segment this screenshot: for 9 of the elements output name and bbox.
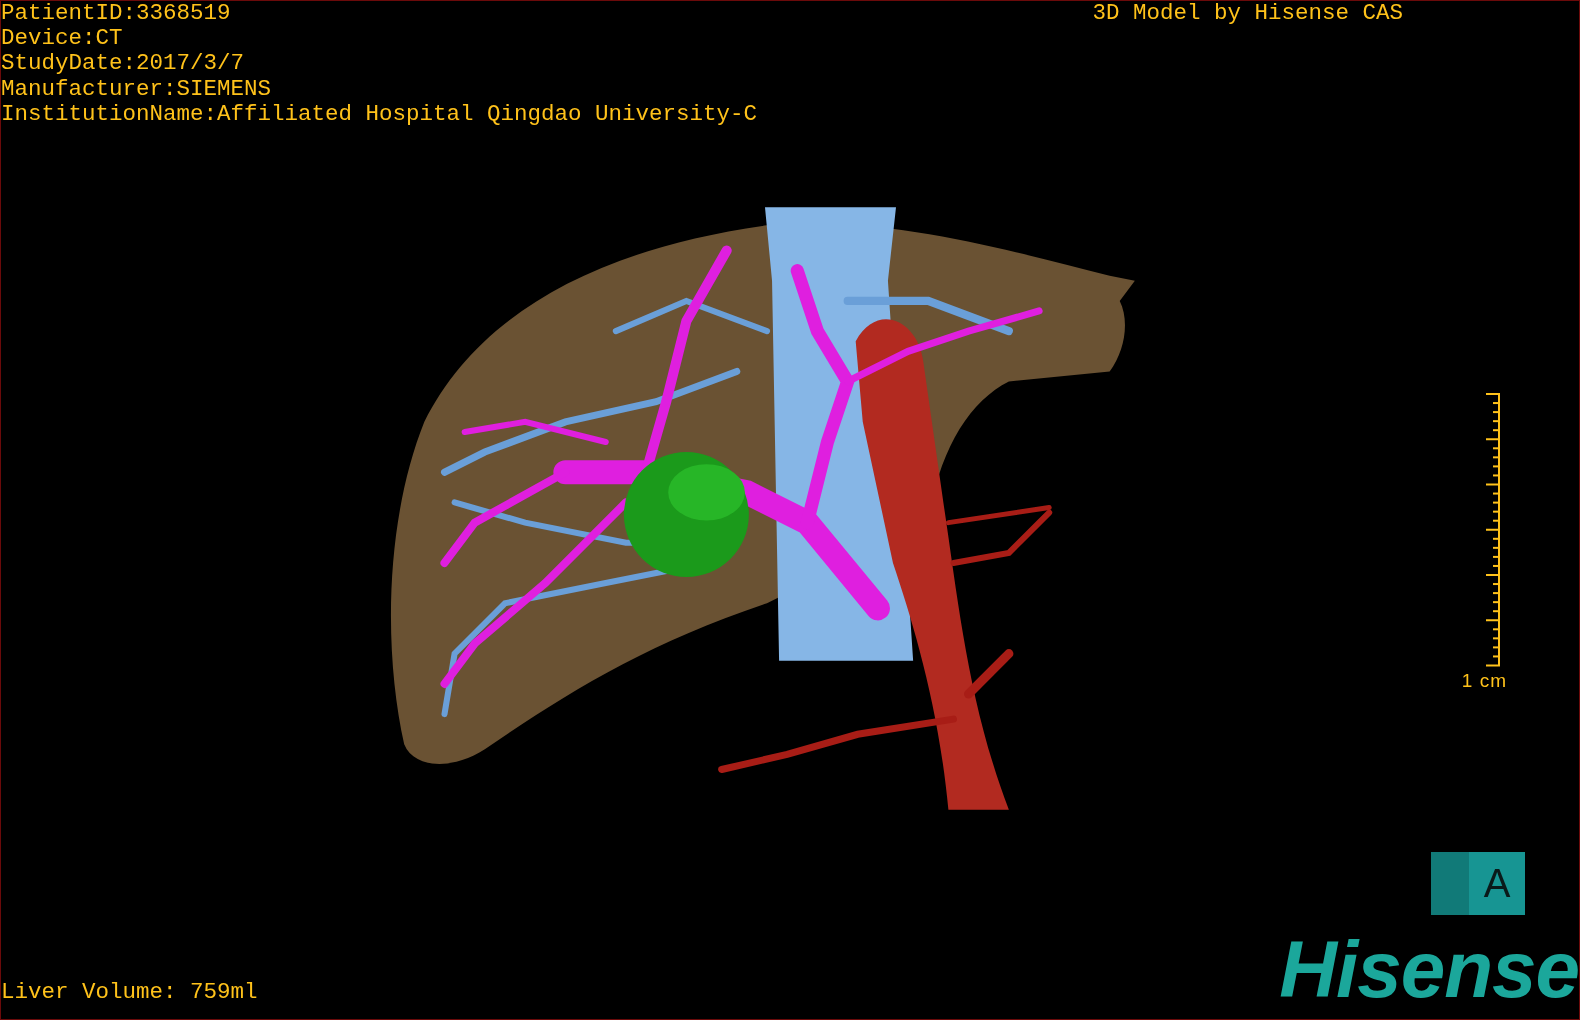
study-info-line: Device:CT: [1, 26, 123, 52]
study-info-line: Manufacturer:SIEMENS: [1, 76, 272, 102]
study-info-line: PatientID:3368519: [1, 1, 231, 27]
study-info-line: InstitutionName:Affiliated Hospital Qingdao University-C: [1, 101, 758, 127]
viewer-title: 3D Model by Hisense CAS: [1092, 1, 1403, 27]
scale-label: 1 cm: [1461, 671, 1507, 691]
liver-volume-text: Liver Volume: 759ml: [1, 979, 258, 1005]
study-info-line: StudyDate:2017/3/7: [1, 51, 245, 77]
brand-logo: Hisense: [1279, 935, 1579, 1005]
